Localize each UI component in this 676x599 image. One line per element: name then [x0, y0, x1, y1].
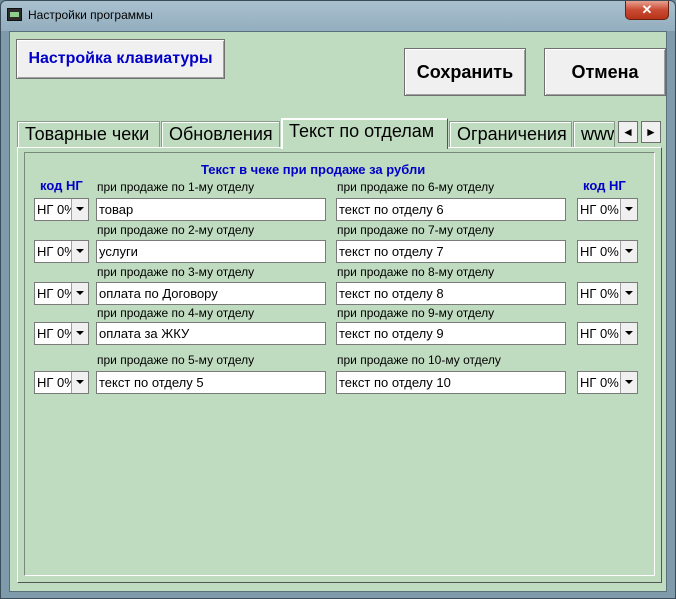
- dept-3-ng-value: НГ 0%: [37, 286, 71, 301]
- tab-updates[interactable]: Обновления: [161, 121, 280, 148]
- dept-6-ng-select[interactable]: НГ 0%: [577, 198, 638, 221]
- settings-window: Настройки программы ✕ Настройка клавиату…: [0, 0, 676, 599]
- dept-7-ng-value: НГ 0%: [580, 244, 619, 259]
- chevron-down-icon: [620, 199, 637, 220]
- dept-9-ng-value: НГ 0%: [580, 326, 619, 341]
- dept-9-label: при продаже по 9-му отделу: [337, 306, 495, 320]
- dept-10-ng-value: НГ 0%: [580, 375, 619, 390]
- tab-scroll-right-button[interactable]: ►: [641, 121, 661, 143]
- dept-7-ng-select[interactable]: НГ 0%: [577, 240, 638, 263]
- chevron-down-icon: [71, 323, 88, 344]
- dept-3-ng-select[interactable]: НГ 0%: [34, 282, 89, 305]
- dept-2-ng-value: НГ 0%: [37, 244, 71, 259]
- tab-scroll-left-button[interactable]: ◄: [618, 121, 638, 143]
- dept-7-label: при продаже по 7-му отделу: [337, 223, 495, 237]
- dept-8-label: при продаже по 8-му отделу: [337, 265, 495, 279]
- left-ng-header: код НГ: [40, 178, 83, 193]
- dept-7-text-input[interactable]: текст по отделу 7: [336, 240, 566, 263]
- dept-1-text-input[interactable]: товар: [96, 198, 326, 221]
- chevron-down-icon: [620, 372, 637, 393]
- chevron-down-icon: [71, 199, 88, 220]
- dept-4-ng-select[interactable]: НГ 0%: [34, 322, 89, 345]
- dept-5-label: при продаже по 5-му отделу: [97, 353, 255, 367]
- dept-10-label: при продаже по 10-му отделу: [337, 353, 501, 367]
- dept-2-ng-select[interactable]: НГ 0%: [34, 240, 89, 263]
- dept-1-ng-select[interactable]: НГ 0%: [34, 198, 89, 221]
- tab-restrictions[interactable]: Ограничения: [449, 121, 572, 148]
- dept-3-label: при продаже по 3-му отделу: [97, 265, 255, 279]
- dept-5-ng-select[interactable]: НГ 0%: [34, 371, 89, 394]
- close-button[interactable]: ✕: [625, 1, 669, 20]
- title-bar[interactable]: Настройки программы ✕: [1, 1, 675, 31]
- panel-caption: Текст в чеке при продаже за рубли: [201, 162, 426, 177]
- dept-8-text-input[interactable]: текст по отделу 8: [336, 282, 566, 305]
- dept-9-ng-select[interactable]: НГ 0%: [577, 322, 638, 345]
- right-ng-header: код НГ: [583, 178, 626, 193]
- close-icon: ✕: [641, 2, 653, 17]
- tab-department-text[interactable]: Текст по отделам: [281, 118, 448, 149]
- dept-8-ng-value: НГ 0%: [580, 286, 619, 301]
- chevron-right-icon: ►: [645, 125, 657, 139]
- dept-2-label: при продаже по 2-му отделу: [97, 223, 255, 237]
- chevron-down-icon: [620, 323, 637, 344]
- chevron-down-icon: [71, 241, 88, 262]
- dept-6-ng-value: НГ 0%: [580, 202, 619, 217]
- dept-9-text-input[interactable]: текст по отделу 9: [336, 322, 566, 345]
- dept-5-text-input[interactable]: текст по отделу 5: [96, 371, 326, 394]
- chevron-down-icon: [620, 241, 637, 262]
- dept-1-label: при продаже по 1-му отделу: [97, 180, 255, 194]
- chevron-down-icon: [620, 283, 637, 304]
- chevron-left-icon: ◄: [622, 125, 634, 139]
- save-button[interactable]: Сохранить: [404, 48, 526, 96]
- dept-4-label: при продаже по 4-му отделу: [97, 306, 255, 320]
- dept-4-text-input[interactable]: оплата за ЖКУ: [96, 322, 326, 345]
- keyboard-settings-button[interactable]: Настройка клавиатуры: [16, 39, 225, 79]
- app-icon: [7, 8, 22, 21]
- dept-6-text-input[interactable]: текст по отделу 6: [336, 198, 566, 221]
- tab-receipts[interactable]: Товарные чеки: [17, 121, 160, 148]
- dept-2-text-input[interactable]: услуги: [96, 240, 326, 263]
- dept-10-text-input[interactable]: текст по отделу 10: [336, 371, 566, 394]
- dept-4-ng-value: НГ 0%: [37, 326, 71, 341]
- dept-8-ng-select[interactable]: НГ 0%: [577, 282, 638, 305]
- dept-5-ng-value: НГ 0%: [37, 375, 71, 390]
- dept-10-ng-select[interactable]: НГ 0%: [577, 371, 638, 394]
- cancel-button[interactable]: Отмена: [544, 48, 666, 96]
- dept-3-text-input[interactable]: оплата по Договору: [96, 282, 326, 305]
- tab-www[interactable]: www: [573, 121, 615, 148]
- chevron-down-icon: [71, 372, 88, 393]
- dept-6-label: при продаже по 6-му отделу: [337, 180, 495, 194]
- dept-1-ng-value: НГ 0%: [37, 202, 71, 217]
- window-title: Настройки программы: [28, 8, 153, 22]
- chevron-down-icon: [71, 283, 88, 304]
